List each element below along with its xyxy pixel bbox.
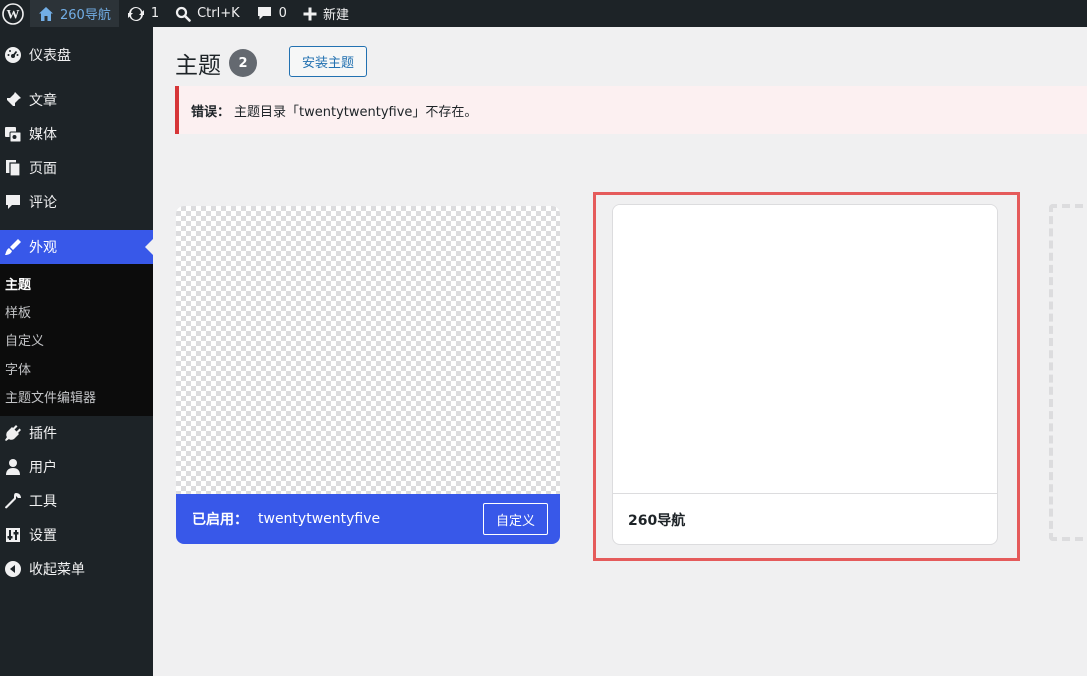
notice-message: 主题目录「twentytwentyfive」不存在。 xyxy=(234,104,478,120)
comment-icon xyxy=(256,5,273,22)
menu-label: 文章 xyxy=(29,93,57,109)
theme-count-badge: 2 xyxy=(229,49,257,77)
menu-label: 设置 xyxy=(29,528,57,545)
active-theme-bar: 已启用： twentytwentyfive 自定义 xyxy=(176,494,560,544)
menu-item-dashboard[interactable]: 仪表盘 xyxy=(0,38,153,72)
svg-text:W: W xyxy=(7,6,20,21)
submenu-item-themes[interactable]: 主题 xyxy=(0,269,153,297)
site-name-link[interactable]: 260导航 xyxy=(30,0,119,27)
pages-icon xyxy=(3,158,23,178)
comments-link[interactable]: 0 xyxy=(248,0,295,27)
wordpress-logo-icon[interactable]: W xyxy=(0,0,30,27)
menu-item-collapse[interactable]: 收起菜单 xyxy=(0,552,153,586)
comments-count: 0 xyxy=(278,6,287,21)
new-label: 新建 xyxy=(322,8,349,23)
comment-icon xyxy=(3,192,23,212)
menu-item-appearance[interactable]: 外观 xyxy=(0,230,153,264)
submenu-item-fonts[interactable]: 字体 xyxy=(0,354,153,382)
command-palette-link[interactable]: Ctrl+K xyxy=(167,0,248,27)
theme-card-active[interactable]: 已启用： twentytwentyfive 自定义 xyxy=(176,206,560,544)
collapse-icon xyxy=(3,559,23,579)
tools-icon xyxy=(3,491,23,511)
appearance-icon xyxy=(3,237,23,257)
error-notice: 错误： 主题目录「twentytwentyfive」不存在。 xyxy=(175,86,1087,134)
settings-icon xyxy=(3,525,23,545)
site-name-label: 260导航 xyxy=(60,8,111,23)
menu-item-media[interactable]: 媒体 xyxy=(0,117,153,151)
search-shortcut: Ctrl+K xyxy=(197,6,240,21)
customize-button[interactable]: 自定义 xyxy=(483,503,548,535)
theme-screenshot[interactable] xyxy=(613,205,997,494)
plus-icon xyxy=(303,7,317,21)
menu-item-tools[interactable]: 工具 xyxy=(0,484,153,518)
menu-label: 收起菜单 xyxy=(29,562,85,579)
submenu-item-patterns[interactable]: 样板 xyxy=(0,297,153,325)
page-title: 主题 xyxy=(175,53,221,79)
admin-bar: W 260导航 1 Ctrl+K 0 新建 xyxy=(0,0,1087,27)
menu-label: 评论 xyxy=(29,195,57,211)
active-theme-name: twentytwentyfive xyxy=(258,511,381,527)
theme-name: 260导航 xyxy=(628,512,686,529)
menu-item-pages[interactable]: 页面 xyxy=(0,151,153,185)
page-heading: 主题 2 xyxy=(175,46,257,80)
theme-card[interactable]: 260导航 xyxy=(612,204,998,545)
menu-item-plugins[interactable]: 插件 xyxy=(0,416,153,450)
updates-link[interactable]: 1 xyxy=(119,0,167,27)
menu-label: 插件 xyxy=(29,426,57,443)
new-content-link[interactable]: 新建 xyxy=(295,0,357,27)
menu-label: 外观 xyxy=(29,240,57,256)
menu-label: 用户 xyxy=(29,460,57,477)
pin-icon xyxy=(3,90,23,110)
menu-label: 页面 xyxy=(29,161,57,177)
media-icon xyxy=(3,124,23,144)
theme-screenshot[interactable] xyxy=(176,206,560,494)
menu-item-comments[interactable]: 评论 xyxy=(0,185,153,219)
add-new-theme-card[interactable] xyxy=(1049,204,1087,541)
dashboard-icon xyxy=(3,45,23,65)
menu-label: 仪表盘 xyxy=(29,48,71,64)
home-icon xyxy=(38,6,54,22)
active-label: 已启用： xyxy=(192,512,248,528)
install-theme-button[interactable]: 安装主题 xyxy=(289,46,367,77)
menu-item-settings[interactable]: 设置 xyxy=(0,518,153,552)
search-icon xyxy=(175,6,191,22)
menu-item-posts[interactable]: 文章 xyxy=(0,83,153,117)
menu-label: 媒体 xyxy=(29,127,57,143)
main-content: 主题 2 安装主题 错误： 主题目录「twentytwentyfive」不存在。… xyxy=(153,27,1087,676)
menu-label: 工具 xyxy=(29,494,57,511)
submenu-item-customize[interactable]: 自定义 xyxy=(0,326,153,354)
menu-item-users[interactable]: 用户 xyxy=(0,450,153,484)
updates-icon xyxy=(127,5,145,23)
plugins-icon xyxy=(3,423,23,443)
admin-sidebar: 仪表盘 文章 媒体 页面 评论 外观 主题 样板 自定义 字体 主题文件编辑器 … xyxy=(0,27,153,676)
notice-prefix: 错误： xyxy=(191,104,231,120)
users-icon xyxy=(3,457,23,477)
submenu-item-theme-file-editor[interactable]: 主题文件编辑器 xyxy=(0,382,153,410)
appearance-submenu: 主题 样板 自定义 字体 主题文件编辑器 xyxy=(0,264,153,417)
updates-count: 1 xyxy=(150,6,160,21)
